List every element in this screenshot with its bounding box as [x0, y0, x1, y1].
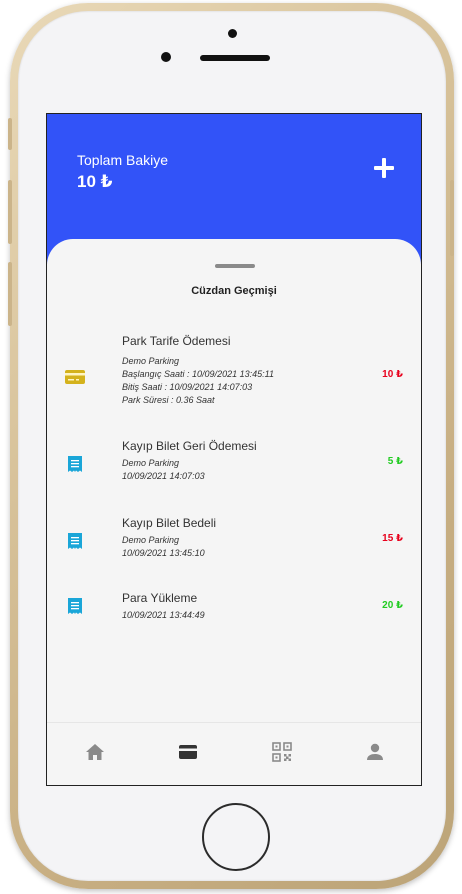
transaction-detail: Park Süresi : 0.36 Saat — [122, 395, 215, 405]
transaction-detail: Demo Parking — [122, 458, 180, 468]
phone-speaker — [200, 55, 270, 61]
transaction-detail: Demo Parking — [122, 356, 180, 366]
balance-value: 10 ₺ — [77, 172, 113, 191]
transaction-item[interactable]: Kayıp Bilet Geri Ödemesi Demo Parking 10… — [47, 439, 421, 489]
card-icon — [65, 370, 85, 384]
user-icon — [367, 743, 383, 760]
transaction-title: Kayıp Bilet Bedeli — [122, 516, 217, 530]
sheet-title: Cüzdan Geçmişi — [191, 285, 277, 297]
nav-profile[interactable] — [364, 741, 386, 763]
transaction-amount: 5 ₺ — [387, 456, 403, 467]
phone-side-button — [8, 118, 12, 150]
sheet-drag-handle[interactable] — [215, 264, 255, 268]
balance-label: Toplam Bakiye — [77, 152, 169, 168]
phone-volume-down-button — [8, 262, 12, 326]
transaction-detail: Başlangıç Saati : 10/09/2021 13:45:11 — [122, 369, 274, 379]
bottom-navigation — [47, 722, 421, 785]
add-balance-button[interactable] — [372, 156, 396, 180]
qr-code-icon — [272, 742, 292, 762]
transaction-amount: 20 ₺ — [382, 600, 403, 611]
transaction-item[interactable]: Kayıp Bilet Bedeli Demo Parking 10/09/20… — [47, 516, 421, 566]
wallet-history-sheet: Cüzdan Geçmişi Park Tarife Ödemesi Demo … — [47, 239, 421, 785]
app-screen: Toplam Bakiye 10 ₺ Cüzdan Geçmişi Park T… — [46, 113, 422, 786]
phone-front-camera — [161, 52, 171, 62]
transaction-title: Kayıp Bilet Geri Ödemesi — [122, 439, 257, 453]
phone-power-button — [450, 180, 454, 256]
transaction-detail: Bitiş Saati : 10/09/2021 14:07:03 — [122, 382, 253, 392]
transaction-item[interactable]: Park Tarife Ödemesi Demo Parking Başlang… — [47, 334, 421, 414]
transaction-detail: 10/09/2021 13:45:10 — [122, 548, 205, 558]
receipt-icon — [68, 598, 82, 614]
transaction-item[interactable]: Para Yükleme 10/09/2021 13:44:49 20 ₺ — [47, 591, 421, 631]
transaction-detail: 10/09/2021 14:07:03 — [122, 471, 205, 481]
phone-home-button[interactable] — [202, 803, 270, 871]
phone-top-sensor — [228, 29, 237, 38]
transaction-title: Park Tarife Ödemesi — [122, 334, 231, 348]
transaction-detail: Demo Parking — [122, 535, 180, 545]
nav-home[interactable] — [84, 741, 106, 763]
receipt-icon — [68, 533, 82, 549]
nav-qr[interactable] — [271, 741, 293, 763]
nav-wallet[interactable] — [177, 741, 199, 763]
receipt-icon — [68, 456, 82, 472]
phone-volume-up-button — [8, 180, 12, 244]
transaction-title: Para Yükleme — [122, 591, 198, 605]
home-icon — [86, 744, 104, 760]
wallet-card-icon — [179, 745, 197, 759]
transaction-amount: 10 ₺ — [382, 369, 403, 380]
transaction-detail: 10/09/2021 13:44:49 — [122, 610, 205, 620]
transaction-amount: 15 ₺ — [382, 533, 403, 544]
